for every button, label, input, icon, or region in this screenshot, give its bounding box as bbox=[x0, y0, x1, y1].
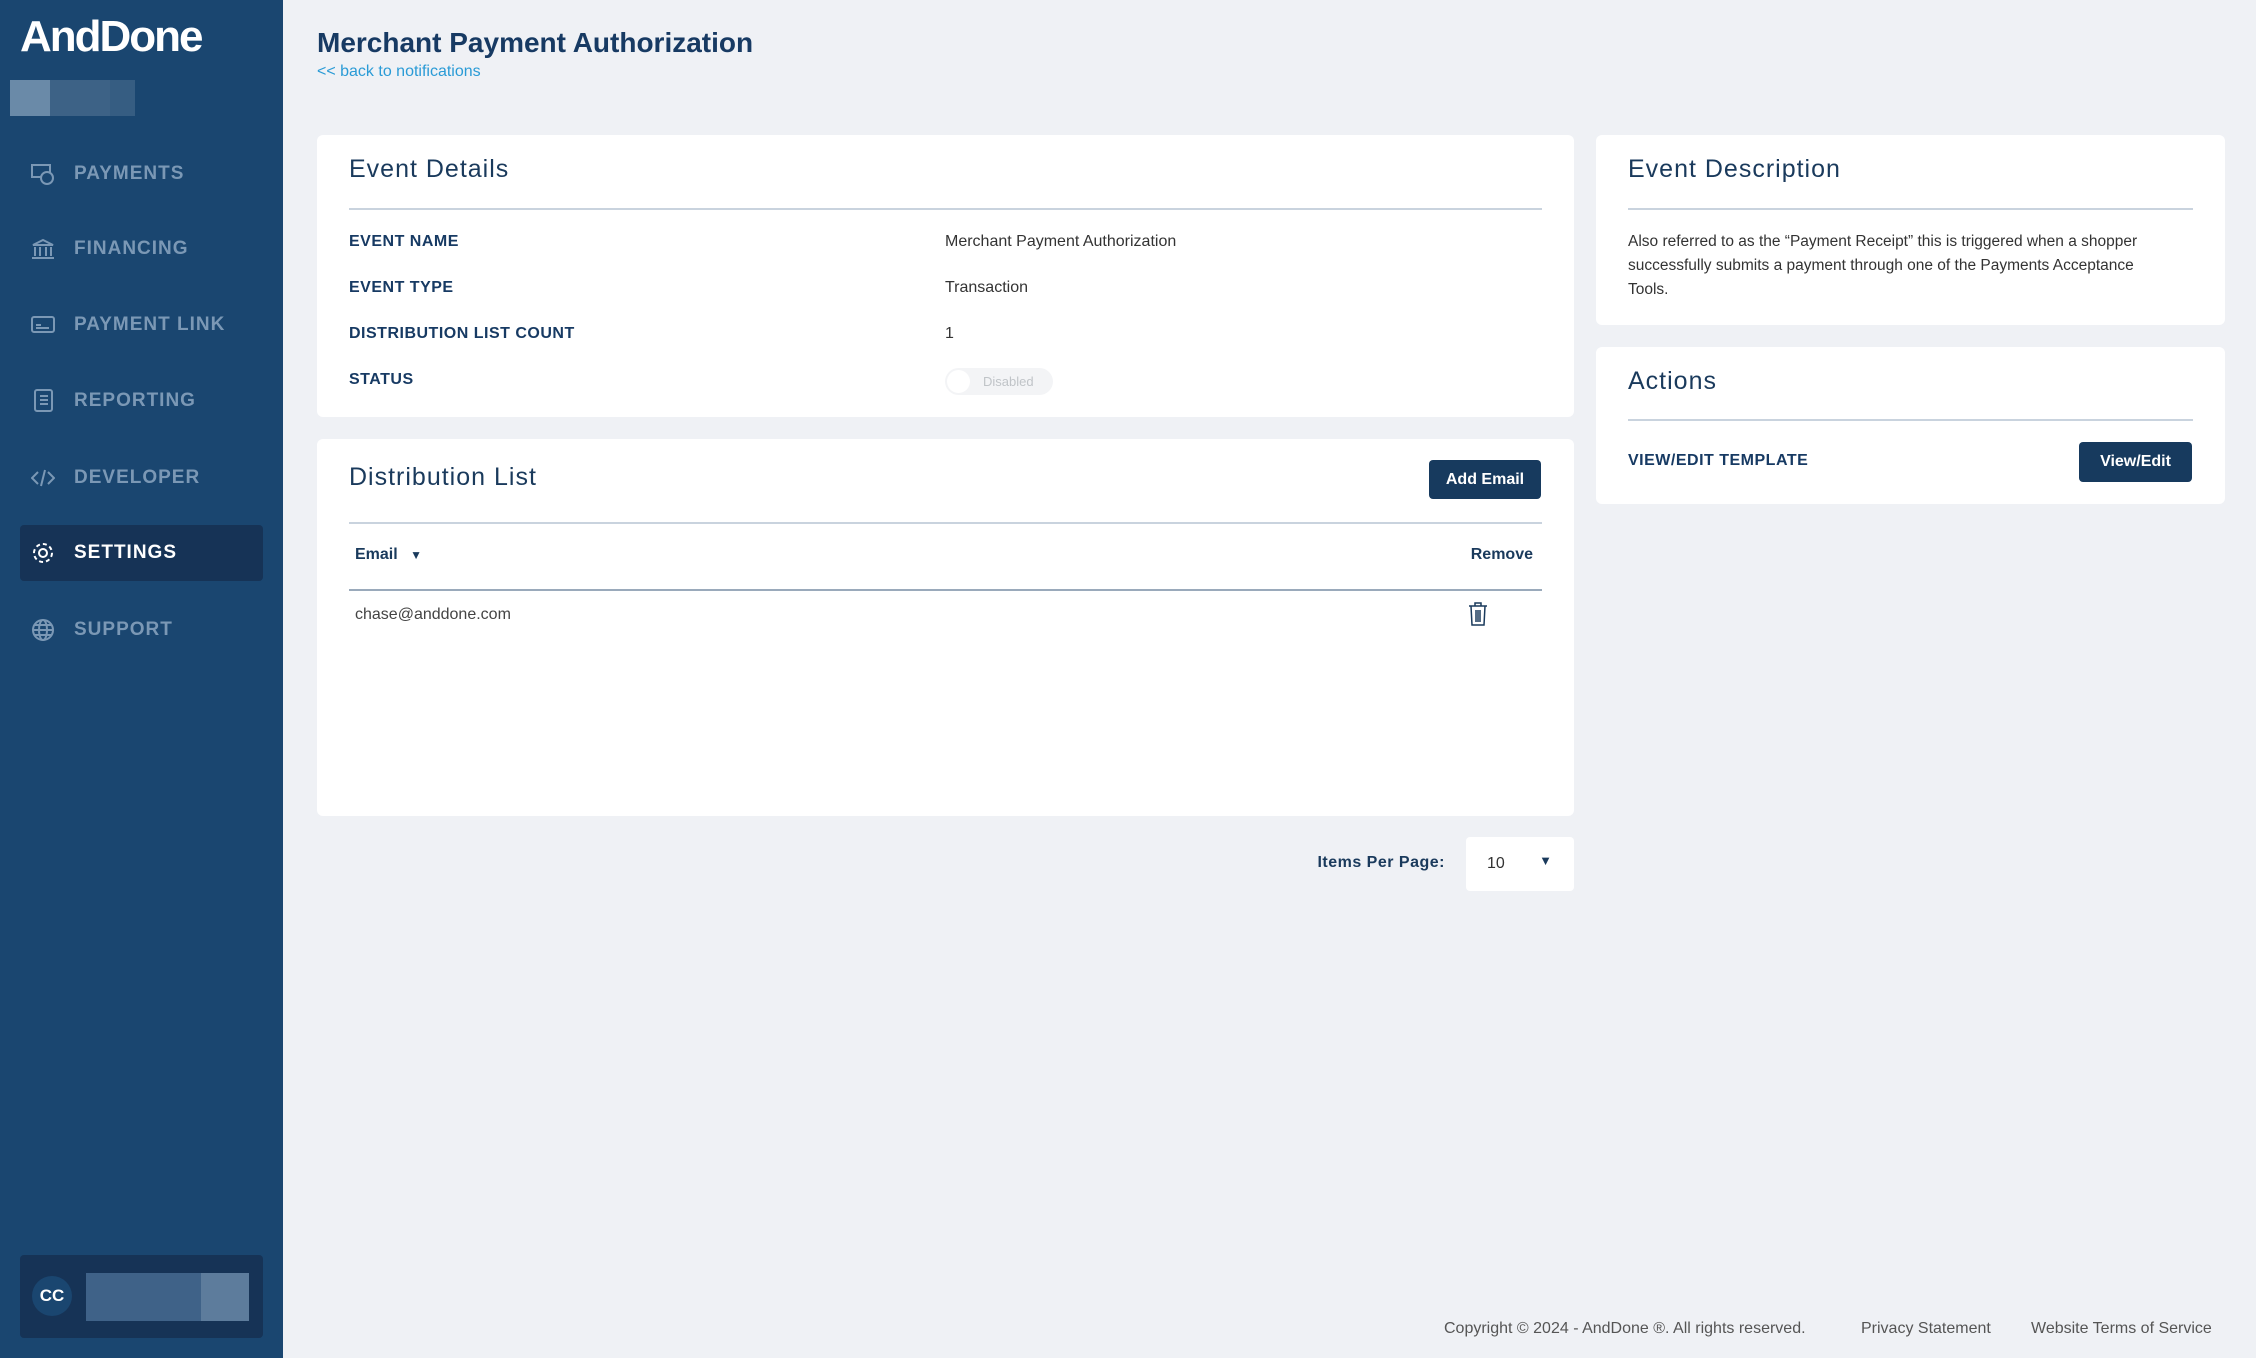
sidebar-item-label: PAYMENTS bbox=[74, 163, 185, 184]
card-title: Event Description bbox=[1628, 155, 1841, 183]
sidebar-item-label: SETTINGS bbox=[74, 542, 178, 563]
view-edit-button[interactable]: View/Edit bbox=[2079, 442, 2192, 482]
back-to-notifications-link[interactable]: << back to notifications bbox=[317, 63, 481, 81]
page-title: Merchant Payment Authorization bbox=[317, 27, 754, 58]
items-per-page-label: Items Per Page: bbox=[1317, 854, 1445, 871]
card-title: Distribution List bbox=[349, 463, 537, 491]
items-per-page-value: 10 bbox=[1487, 855, 1505, 872]
bank-icon bbox=[30, 236, 56, 262]
distribution-count-value: 1 bbox=[945, 325, 954, 342]
sidebar-item-label: PAYMENT LINK bbox=[74, 314, 226, 335]
sidebar-item-label: SUPPORT bbox=[74, 619, 173, 640]
chevron-down-icon: ▼ bbox=[1539, 853, 1552, 868]
sidebar-item-financing[interactable]: FINANCING bbox=[20, 221, 263, 277]
remove-column-header: Remove bbox=[1470, 546, 1533, 563]
code-icon bbox=[30, 465, 56, 491]
divider bbox=[349, 208, 1542, 210]
email-cell: chase@anddone.com bbox=[355, 606, 511, 623]
sidebar-item-payment-link[interactable]: PAYMENT LINK bbox=[20, 297, 263, 353]
sidebar-item-label: DEVELOPER bbox=[74, 467, 201, 488]
divider bbox=[349, 589, 1542, 591]
event-name-value: Merchant Payment Authorization bbox=[945, 233, 1177, 250]
trash-icon[interactable] bbox=[1468, 602, 1488, 631]
divider bbox=[349, 522, 1542, 524]
user-menu[interactable]: CC bbox=[20, 1255, 263, 1338]
card-title: Event Details bbox=[349, 155, 510, 183]
privacy-statement-link[interactable]: Privacy Statement bbox=[1861, 1320, 1991, 1338]
status-label: STATUS bbox=[349, 371, 414, 388]
sidebar-item-settings[interactable]: SETTINGS bbox=[20, 525, 263, 581]
view-edit-template-label: VIEW/EDIT TEMPLATE bbox=[1628, 452, 1809, 469]
anddone-logo[interactable]: AndDone bbox=[20, 12, 204, 62]
actions-card: Actions VIEW/EDIT TEMPLATE View/Edit bbox=[1596, 347, 2225, 504]
card-icon bbox=[30, 312, 56, 338]
email-column-header[interactable]: Email ▼ bbox=[355, 546, 422, 564]
event-type-label: EVENT TYPE bbox=[349, 279, 454, 296]
globe-icon bbox=[30, 617, 56, 643]
card-title: Actions bbox=[1628, 367, 1717, 395]
payments-icon bbox=[30, 161, 56, 187]
sidebar-item-payments[interactable]: PAYMENTS bbox=[20, 146, 263, 202]
sidebar-item-support[interactable]: SUPPORT bbox=[20, 602, 263, 658]
sidebar-item-developer[interactable]: DEVELOPER bbox=[20, 450, 263, 506]
sidebar-item-reporting[interactable]: REPORTING bbox=[20, 373, 263, 429]
sidebar: AndDone PAYMENTS FINANCING PAYMENT LINK … bbox=[0, 0, 283, 1358]
sidebar-item-label: FINANCING bbox=[74, 238, 189, 259]
report-icon bbox=[30, 388, 56, 414]
email-header-label: Email bbox=[355, 546, 398, 563]
divider bbox=[1628, 419, 2193, 421]
user-name-redacted bbox=[86, 1273, 249, 1321]
status-toggle[interactable]: Disabled bbox=[945, 368, 1053, 395]
avatar: CC bbox=[32, 1276, 72, 1316]
merchant-name-redacted bbox=[10, 80, 135, 116]
gear-icon bbox=[30, 540, 56, 566]
event-description-text: Also referred to as the “Payment Receipt… bbox=[1628, 233, 2138, 298]
copyright: Copyright © 2024 - AndDone ®. All rights… bbox=[1444, 1320, 1806, 1337]
divider bbox=[1628, 208, 2193, 210]
distribution-list-card: Distribution List Add Email Email ▼ Remo… bbox=[317, 439, 1574, 816]
event-name-label: EVENT NAME bbox=[349, 233, 459, 250]
event-details-card: Event Details EVENT NAME Merchant Paymen… bbox=[317, 135, 1574, 417]
terms-of-service-link[interactable]: Website Terms of Service bbox=[2031, 1320, 2212, 1338]
event-description-card: Event Description Also referred to as th… bbox=[1596, 135, 2225, 325]
event-type-value: Transaction bbox=[945, 279, 1028, 296]
distribution-count-label: DISTRIBUTION LIST COUNT bbox=[349, 325, 575, 342]
items-per-page-select[interactable]: 10 ▼ bbox=[1466, 837, 1574, 891]
add-email-button[interactable]: Add Email bbox=[1429, 460, 1541, 499]
sidebar-item-label: REPORTING bbox=[74, 390, 196, 411]
sort-down-icon: ▼ bbox=[410, 548, 423, 562]
